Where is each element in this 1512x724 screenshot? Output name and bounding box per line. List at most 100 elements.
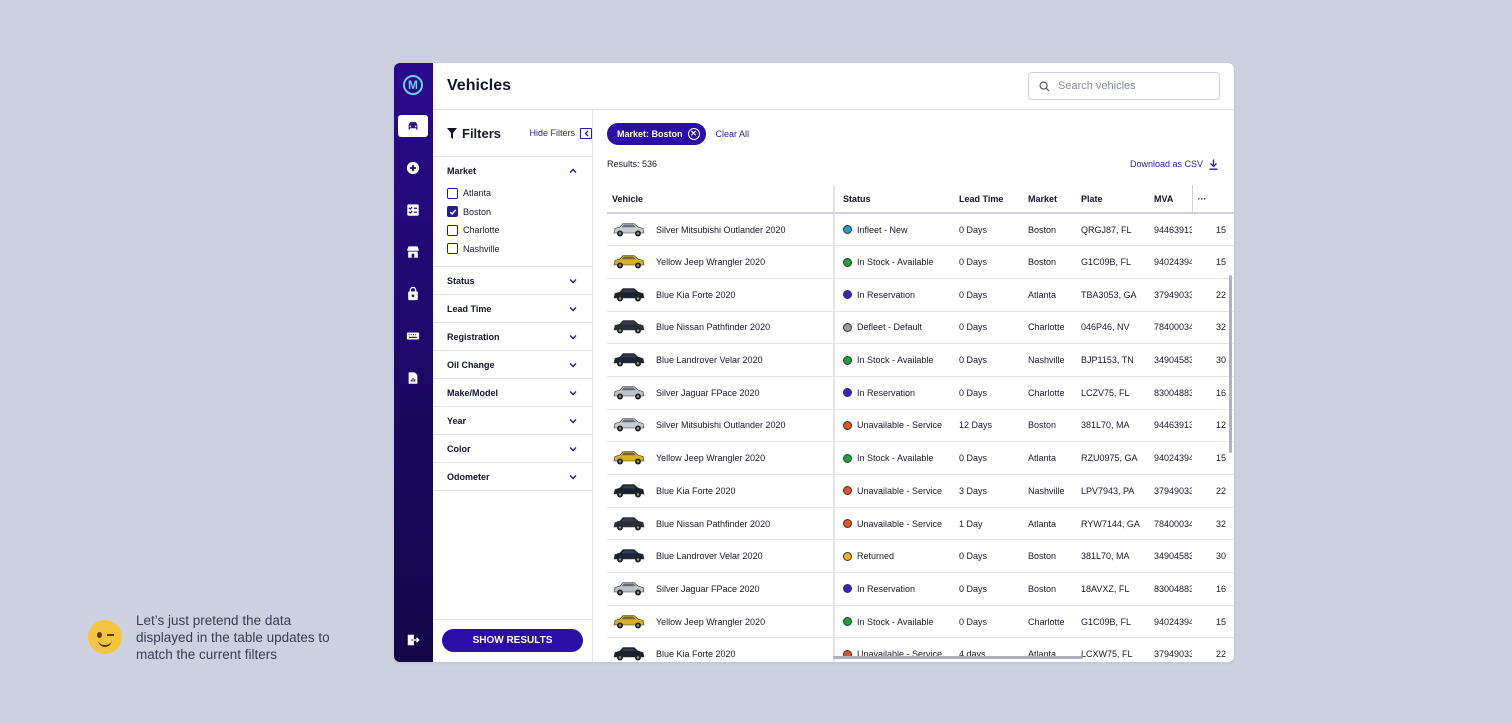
checklist-icon[interactable] [398,199,428,221]
cell-vehicle: Blue Nissan Pathfinder 2020 [607,507,834,541]
market-option-atlanta[interactable]: Atlanta [447,184,578,203]
option-label: Nashville [463,243,500,254]
column-header-status[interactable]: Status [833,185,954,214]
hide-filters-label: Hide Filters [529,128,575,138]
column-header-mva[interactable]: MVA [1149,185,1192,214]
filter-section-label: Year [447,415,467,426]
table-row[interactable]: Blue Nissan Pathfinder 2020 Unavailable -… [607,507,1234,541]
table-row[interactable]: Silver Mitsubishi Outlander 2020 Unavaila… [607,409,1234,443]
report-icon[interactable] [398,367,428,389]
vehicle-thumbnail-icon [613,353,645,367]
search-box[interactable] [1028,72,1220,100]
vehicle-thumbnail-icon [613,516,645,531]
filter-section-header[interactable]: Odometer [447,463,578,490]
store-icon[interactable] [398,241,428,263]
cell-market: Boston [1023,572,1076,606]
logout-icon[interactable] [398,629,428,651]
cell-market: Charlotte [1023,311,1076,345]
cell-status: Unavailable - Service [833,507,954,541]
cell-mva: 83004883 [1149,572,1192,606]
table-row[interactable]: Yellow Jeep Wrangler 2020 In Stock - Avai… [607,245,1234,279]
keyboard-icon[interactable] [398,325,428,347]
vertical-scrollbar[interactable] [1229,275,1232,453]
vehicle-thumbnail-icon [613,582,645,596]
search-icon [1039,81,1050,92]
table-row[interactable]: Yellow Jeep Wrangler 2020 In Stock - Avai… [607,605,1234,639]
column-header-lead-time[interactable]: Lead Time [954,185,1023,214]
filter-section-header[interactable]: Year [447,407,578,434]
table-row[interactable]: Blue Landrover Velar 2020 In Stock - Avai… [607,343,1234,377]
checkbox[interactable] [447,243,458,255]
vehicle-name: Blue Landrover Velar 2020 [656,551,763,562]
table-row[interactable]: Silver Jaguar FPace 2020 In Reservation 0 … [607,572,1234,606]
filter-section-header[interactable]: Make/Model [447,379,578,406]
filters-title: Filters [447,126,501,141]
vehicle-thumbnail-icon [613,287,645,302]
cell-lead-time: 0 Days [954,441,1023,475]
vehicle-name: Blue Nissan Pathfinder 2020 [656,322,771,333]
filter-section-header[interactable]: Registration [447,323,578,350]
cell-vehicle: Blue Nissan Pathfinder 2020 [607,311,834,345]
filter-section-label: Status [447,275,475,286]
brand-logo[interactable]: M [403,75,423,95]
cell-vehicle: Silver Mitsubishi Outlander 2020 [607,213,834,247]
filter-section-header[interactable]: Color [447,435,578,462]
remove-chip-icon[interactable]: ✕ [687,127,700,140]
filter-section-status: Status [433,267,592,295]
clear-all-link[interactable]: Clear All [716,129,750,139]
filters-footer-divider [433,619,592,620]
table-row[interactable]: Silver Mitsubishi Outlander 2020 Infleet … [607,213,1234,247]
search-input[interactable] [1058,80,1198,92]
cell-extra: 22 [1192,474,1234,508]
cell-market: Charlotte [1023,605,1076,639]
filter-section-header[interactable]: Market [447,157,578,184]
winking-face-icon [88,620,122,654]
cell-mva: 34904583 [1149,539,1192,574]
show-results-button[interactable]: SHOW RESULTS [442,629,583,652]
cell-lead-time: 0 Days [954,343,1023,377]
download-csv-link[interactable]: Download as CSV [1130,159,1218,170]
cell-status: In Stock - Available [833,343,954,377]
filters-header: Filters Hide Filters [433,110,592,157]
market-option-nashville[interactable]: Nashville [447,240,578,259]
table-row[interactable]: Silver Jaguar FPace 2020 In Reservation 0 … [607,376,1234,410]
horizontal-scrollbar[interactable] [833,656,1083,659]
table-row[interactable]: Yellow Jeep Wrangler 2020 In Stock - Avai… [607,441,1234,475]
filter-section-header[interactable]: Oil Change [447,351,578,378]
cell-mva: 83004883 [1149,376,1192,410]
cell-extra: 22 [1192,637,1234,662]
column-header-vehicle[interactable]: Vehicle [607,185,834,214]
filter-section-header[interactable]: Status [447,267,578,294]
column-header-market[interactable]: Market [1023,185,1076,214]
filter-section-header[interactable]: Lead Time [447,295,578,322]
filter-chip-market[interactable]: Market: Boston ✕ [607,122,706,145]
checkbox[interactable] [447,206,458,218]
market-option-charlotte[interactable]: Charlotte [447,221,578,240]
table-row[interactable]: Blue Kia Forte 2020 Unavailable - Service… [607,474,1234,508]
column-header-plate[interactable]: Plate [1076,185,1149,214]
plus-circle-icon[interactable] [398,157,428,179]
cell-extra: 16 [1192,572,1234,606]
active-filters-bar: Market: Boston ✕ Clear All [593,110,1234,157]
checkbox[interactable] [447,187,458,199]
main-area: Vehicles Filters Hide Filters [433,63,1234,662]
cell-market: Boston [1023,409,1076,443]
cell-vehicle: Silver Jaguar FPace 2020 [607,572,834,606]
table-row[interactable]: Blue Landrover Velar 2020 Returned 0 Days B… [607,539,1234,574]
cell-mva: 34904583 [1149,343,1192,377]
page-body: Filters Hide Filters Market Atlanta Bost… [433,110,1234,662]
cell-market: Boston [1023,213,1076,247]
market-option-boston[interactable]: Boston [447,203,578,222]
table-header-row: Vehicle Status Lead Time Market Plate MV… [607,185,1234,214]
cell-plate: RZU0975, GA [1076,441,1149,475]
car-icon[interactable] [398,115,428,137]
hide-filters-button[interactable]: Hide Filters [529,127,592,139]
cell-lead-time: 0 Days [954,311,1023,345]
cell-lead-time: 0 Days [954,539,1023,574]
bag-icon[interactable] [398,283,428,305]
cell-lead-time: 0 Days [954,278,1023,312]
table-row[interactable]: Blue Kia Forte 2020 In Reservation 0 Days A… [607,278,1234,312]
checkbox[interactable] [447,224,458,236]
column-menu-icon[interactable]: ··· [1191,185,1234,214]
table-row[interactable]: Blue Nissan Pathfinder 2020 Defleet - Def… [607,311,1234,345]
